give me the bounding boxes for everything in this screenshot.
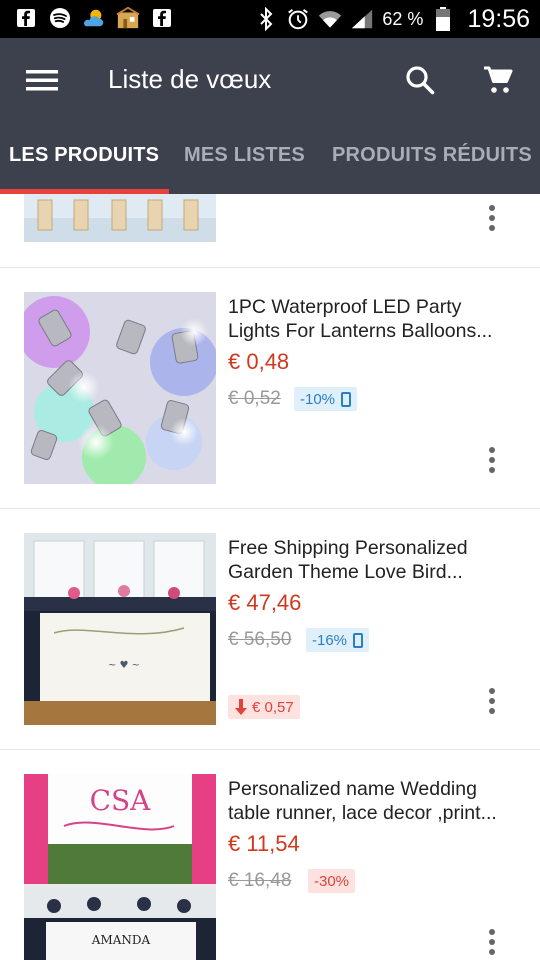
signal-icon [350, 7, 374, 31]
product-row[interactable]: 1PC Waterproof LED Party Lights For Lant… [0, 268, 540, 509]
original-price: € 0,52 [228, 388, 281, 409]
product-title-line: 1PC Waterproof LED Party [228, 296, 462, 318]
status-bar: 62 % 19:56 [0, 0, 540, 38]
product-price: € 0,48 [228, 349, 290, 374]
product-thumbnail[interactable]: CSA AMANDA [24, 774, 216, 960]
app-bar: Liste de vœux LES PRODUITS MES LISTES PR… [0, 38, 540, 194]
alarm-icon [286, 7, 310, 31]
product-price: € 47,46 [228, 590, 302, 615]
more-vert-icon [489, 205, 495, 211]
more-vert-icon [489, 447, 495, 453]
search-icon [406, 66, 435, 95]
discount-badge: -30% [308, 869, 356, 893]
tab-bar: LES PRODUITS MES LISTES PRODUITS RÉDUITS [0, 136, 540, 194]
product-thumbnail[interactable]: ~ ♥ ~ [24, 533, 216, 725]
product-title[interactable]: Free Shipping Personalized Garden Theme … [228, 536, 523, 584]
mobile-phone-icon [353, 632, 364, 648]
product-title-line: Garden Theme Love Bird... [228, 561, 463, 583]
weather-icon [82, 6, 106, 30]
price-drop-badge: € 0,57 [228, 695, 300, 719]
battery-icon [431, 7, 455, 31]
facebook-icon [14, 6, 38, 30]
more-options-button[interactable] [478, 442, 506, 478]
product-title-line: Lights For Lanterns Balloons... [228, 320, 493, 342]
product-row[interactable]: CSA AMANDA Personalized name Wedding tab… [0, 750, 540, 960]
facebook-icon [150, 6, 174, 30]
menu-button[interactable] [22, 60, 62, 100]
more-options-button[interactable] [478, 924, 506, 960]
discount-badge: -10% [294, 387, 358, 411]
menu-icon [26, 70, 58, 91]
more-vert-icon [489, 688, 495, 694]
clock: 19:56 [467, 4, 530, 33]
tab-produits-reduits[interactable]: PRODUITS RÉDUITS [332, 144, 532, 167]
system-status: 62 % 19:56 [254, 4, 530, 34]
wifi-icon [318, 7, 342, 31]
product-thumbnail[interactable] [24, 194, 216, 242]
tab-les-produits[interactable]: LES PRODUITS [9, 144, 159, 167]
product-price: € 11,54 [228, 831, 300, 856]
product-row-partial[interactable] [0, 194, 540, 268]
discount-badge: -16% [306, 628, 370, 652]
product-title[interactable]: Personalized name Wedding table runner, … [228, 777, 523, 825]
original-price: € 56,50 [228, 629, 292, 650]
product-list[interactable]: 1PC Waterproof LED Party Lights For Lant… [0, 194, 540, 960]
discount-value: -16% [312, 631, 348, 649]
page-title: Liste de vœux [108, 64, 272, 94]
thumb-monogram: CSA [90, 784, 152, 817]
cart-button[interactable] [478, 60, 518, 100]
cart-icon [484, 66, 513, 93]
bluetooth-icon [254, 7, 278, 31]
product-title-line: Free Shipping Personalized [228, 537, 468, 559]
thumb-name: AMANDA [91, 933, 151, 947]
product-title-line: table runner, lace decor ,print... [228, 802, 497, 824]
more-vert-icon [489, 929, 495, 935]
tab-mes-listes[interactable]: MES LISTES [184, 144, 305, 167]
discount-value: -30% [314, 872, 350, 890]
more-options-button[interactable] [478, 200, 506, 236]
more-options-button[interactable] [478, 683, 506, 719]
arrow-down-icon [235, 699, 247, 715]
notification-icons [14, 6, 174, 30]
svg-text:~ ♥ ~: ~ ♥ ~ [108, 660, 140, 671]
original-price: € 16,48 [228, 870, 292, 891]
search-button[interactable] [400, 60, 440, 100]
mobile-phone-icon [341, 391, 352, 407]
product-thumbnail[interactable] [24, 292, 216, 484]
discount-value: -10% [300, 390, 336, 408]
product-title-line: Personalized name Wedding [228, 778, 477, 800]
home-icon [116, 6, 140, 30]
product-title[interactable]: 1PC Waterproof LED Party Lights For Lant… [228, 295, 523, 343]
price-drop-value: € 0,57 [252, 698, 294, 716]
product-row[interactable]: ~ ♥ ~ Free Shipping Personalized Garden … [0, 509, 540, 750]
battery-percent: 62 % [382, 8, 424, 29]
spotify-icon [48, 6, 72, 30]
